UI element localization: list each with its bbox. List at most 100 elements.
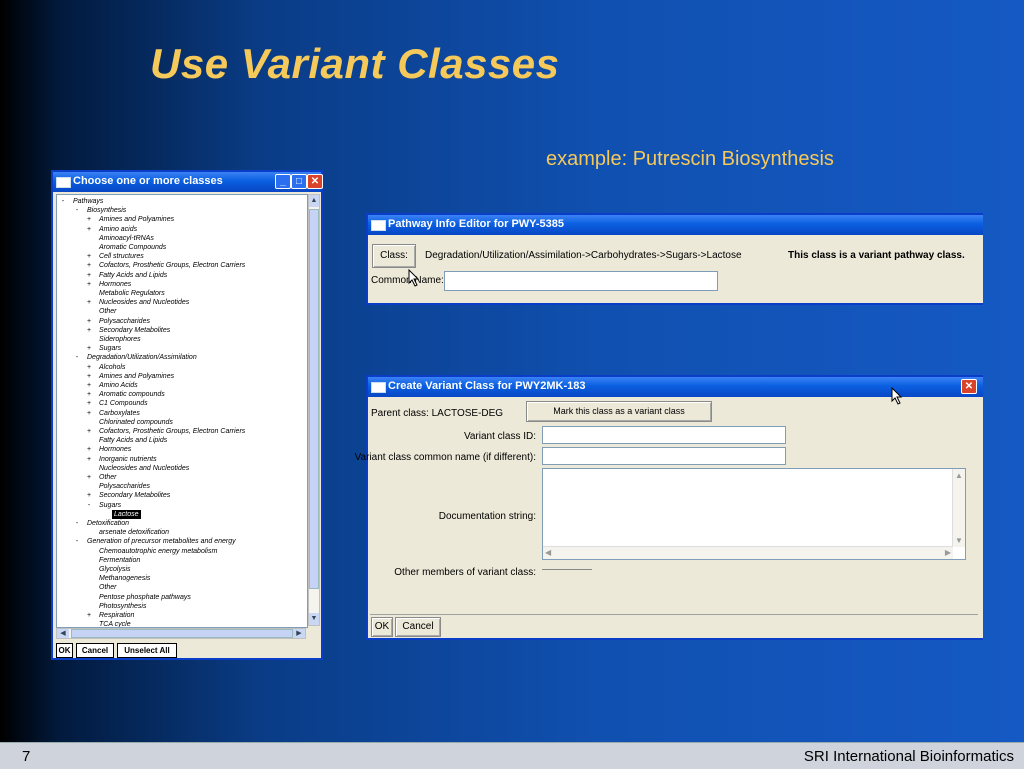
scroll-right-icon[interactable]: ▶ bbox=[293, 629, 305, 638]
tree-item[interactable]: + Respiration bbox=[87, 611, 134, 620]
tree-item[interactable]: Fatty Acids and Lipids bbox=[99, 436, 167, 445]
tree-item[interactable]: + Hormones bbox=[87, 445, 131, 454]
tree-item[interactable]: + C1 Compounds bbox=[87, 399, 148, 408]
unselect-all-button[interactable]: Unselect All bbox=[117, 643, 177, 658]
tree-item[interactable]: + Sugars bbox=[87, 344, 121, 353]
tree-item[interactable]: + Carboxylates bbox=[87, 409, 140, 418]
expand-icon[interactable]: + bbox=[85, 261, 93, 270]
expand-icon[interactable]: + bbox=[85, 409, 93, 418]
collapse-icon[interactable]: - bbox=[73, 206, 81, 215]
tree-item[interactable]: - Generation of precursor metabolites and… bbox=[76, 537, 236, 546]
close-icon[interactable]: ✕ bbox=[961, 379, 977, 394]
tree-item[interactable]: + Inorganic nutrients bbox=[87, 455, 157, 464]
expand-icon[interactable]: + bbox=[85, 611, 93, 620]
tree-item[interactable]: TCA cycle bbox=[99, 620, 131, 627]
tree-item[interactable]: + Secondary Metabolites bbox=[87, 326, 170, 335]
tree-item[interactable]: + Amino acids bbox=[87, 225, 137, 234]
expand-icon[interactable]: + bbox=[85, 298, 93, 307]
collapse-icon[interactable]: - bbox=[73, 519, 81, 528]
close-icon[interactable]: ✕ bbox=[307, 174, 323, 189]
tree-item[interactable]: Other bbox=[99, 583, 117, 592]
tree-item[interactable]: + Secondary Metabolites bbox=[87, 491, 170, 500]
tree-item[interactable]: + Amines and Polyamines bbox=[87, 215, 174, 224]
tree-item[interactable]: Pentose phosphate pathways bbox=[99, 593, 191, 602]
expand-icon[interactable]: + bbox=[85, 252, 93, 261]
tree-item[interactable]: + Amines and Polyamines bbox=[87, 372, 174, 381]
documentation-textarea[interactable]: ▲ ▼ ◀ ▶ bbox=[542, 468, 966, 560]
tree-item[interactable]: + Hormones bbox=[87, 280, 131, 289]
expand-icon[interactable]: + bbox=[85, 390, 93, 399]
scroll-up-icon[interactable]: ▲ bbox=[955, 471, 963, 480]
expand-icon[interactable]: + bbox=[85, 344, 93, 353]
tree-item[interactable]: + Cofactors, Prosthetic Groups, Electron … bbox=[87, 261, 245, 270]
textarea-horizontal-scrollbar[interactable]: ◀ ▶ bbox=[543, 546, 953, 559]
tree-horizontal-scrollbar[interactable]: ◀ ▶ bbox=[56, 628, 306, 639]
other-members-list[interactable] bbox=[542, 569, 592, 570]
tree-item[interactable]: + Polysaccharides bbox=[87, 317, 150, 326]
tree-item[interactable]: Aminoacyl-tRNAs bbox=[99, 234, 154, 243]
expand-icon[interactable]: + bbox=[85, 317, 93, 326]
expand-icon[interactable]: + bbox=[85, 491, 93, 500]
expand-icon[interactable]: + bbox=[85, 381, 93, 390]
scroll-right-icon[interactable]: ▶ bbox=[945, 548, 951, 557]
tree-item[interactable]: - Detoxification bbox=[76, 519, 129, 528]
tree-item[interactable]: - Sugars bbox=[88, 501, 121, 510]
tree-item[interactable]: + Fatty Acids and Lipids bbox=[87, 271, 167, 280]
tree-item[interactable]: Chemoautotrophic energy metabolism bbox=[99, 547, 217, 556]
tree-item-selected[interactable]: Lactose bbox=[112, 509, 141, 519]
expand-icon[interactable]: + bbox=[85, 473, 93, 482]
tree-item[interactable]: Nucleosides and Nucleotides bbox=[99, 464, 189, 473]
chooser-ok-button[interactable]: OK bbox=[56, 643, 73, 658]
collapse-icon[interactable]: - bbox=[85, 501, 93, 510]
tree-item[interactable]: Aromatic Compounds bbox=[99, 243, 166, 252]
scroll-left-icon[interactable]: ◀ bbox=[57, 629, 69, 638]
variant-ok-button[interactable]: OK bbox=[371, 617, 393, 637]
class-tree[interactable]: - Pathways - Biosynthesis + Amines and Polyam… bbox=[56, 194, 308, 628]
tree-item[interactable]: Metabolic Regulators bbox=[99, 289, 165, 298]
textarea-vertical-scrollbar[interactable]: ▲ ▼ bbox=[952, 469, 965, 547]
maximize-icon[interactable]: □ bbox=[291, 174, 307, 189]
variant-id-field[interactable] bbox=[542, 426, 786, 444]
tree-item[interactable]: - Biosynthesis bbox=[76, 206, 126, 215]
tree-item[interactable]: - Pathways bbox=[62, 197, 104, 206]
expand-icon[interactable]: + bbox=[85, 225, 93, 234]
scroll-down-icon[interactable]: ▼ bbox=[309, 613, 319, 625]
tree-item[interactable]: + Cofactors, Prosthetic Groups, Electron … bbox=[87, 427, 245, 436]
scroll-thumb[interactable] bbox=[309, 209, 319, 589]
minimize-icon[interactable]: _ bbox=[275, 174, 291, 189]
expand-icon[interactable]: + bbox=[85, 427, 93, 436]
collapse-icon[interactable]: - bbox=[73, 353, 81, 362]
chooser-titlebar[interactable]: Choose one or more classes _ □ ✕ bbox=[53, 172, 323, 192]
tree-vertical-scrollbar[interactable]: ▲ ▼ bbox=[308, 194, 320, 626]
tree-item[interactable]: Siderophores bbox=[99, 335, 141, 344]
tree-item[interactable]: + Other bbox=[87, 473, 117, 482]
scroll-up-icon[interactable]: ▲ bbox=[309, 195, 319, 207]
tree-item[interactable]: - Degradation/Utilization/Assimilation bbox=[76, 353, 197, 362]
variant-common-name-field[interactable] bbox=[542, 447, 786, 465]
tree-item[interactable]: Glycolysis bbox=[99, 565, 131, 574]
expand-icon[interactable]: + bbox=[85, 280, 93, 289]
tree-item[interactable]: Photosynthesis bbox=[99, 602, 146, 611]
tree-item[interactable]: + Alcohols bbox=[87, 363, 126, 372]
expand-icon[interactable]: + bbox=[85, 326, 93, 335]
tree-item[interactable]: + Aromatic compounds bbox=[87, 390, 165, 399]
scroll-down-icon[interactable]: ▼ bbox=[955, 536, 963, 545]
tree-item[interactable]: Fermentation bbox=[99, 556, 140, 565]
variant-cancel-button[interactable]: Cancel bbox=[395, 617, 441, 637]
tree-item[interactable]: + Cell structures bbox=[87, 252, 144, 261]
tree-item[interactable]: Chlorinated compounds bbox=[99, 418, 173, 427]
class-button[interactable]: Class: bbox=[372, 244, 416, 268]
hscroll-thumb[interactable] bbox=[71, 629, 293, 638]
tree-item[interactable]: + Nucleosides and Nucleotides bbox=[87, 298, 189, 307]
tree-item[interactable]: arsenate detoxification bbox=[99, 528, 169, 537]
expand-icon[interactable]: + bbox=[85, 445, 93, 454]
expand-icon[interactable]: + bbox=[85, 399, 93, 408]
pathway-titlebar[interactable]: Pathway Info Editor for PWY-5385 bbox=[368, 215, 983, 235]
tree-item[interactable]: + Amino Acids bbox=[87, 381, 138, 390]
mark-variant-button[interactable]: Mark this class as a variant class bbox=[526, 401, 712, 422]
collapse-icon[interactable]: - bbox=[73, 537, 81, 546]
expand-icon[interactable]: + bbox=[85, 372, 93, 381]
expand-icon[interactable]: + bbox=[85, 455, 93, 464]
common-name-field[interactable] bbox=[444, 271, 718, 291]
tree-item[interactable]: Polysaccharides bbox=[99, 482, 150, 491]
